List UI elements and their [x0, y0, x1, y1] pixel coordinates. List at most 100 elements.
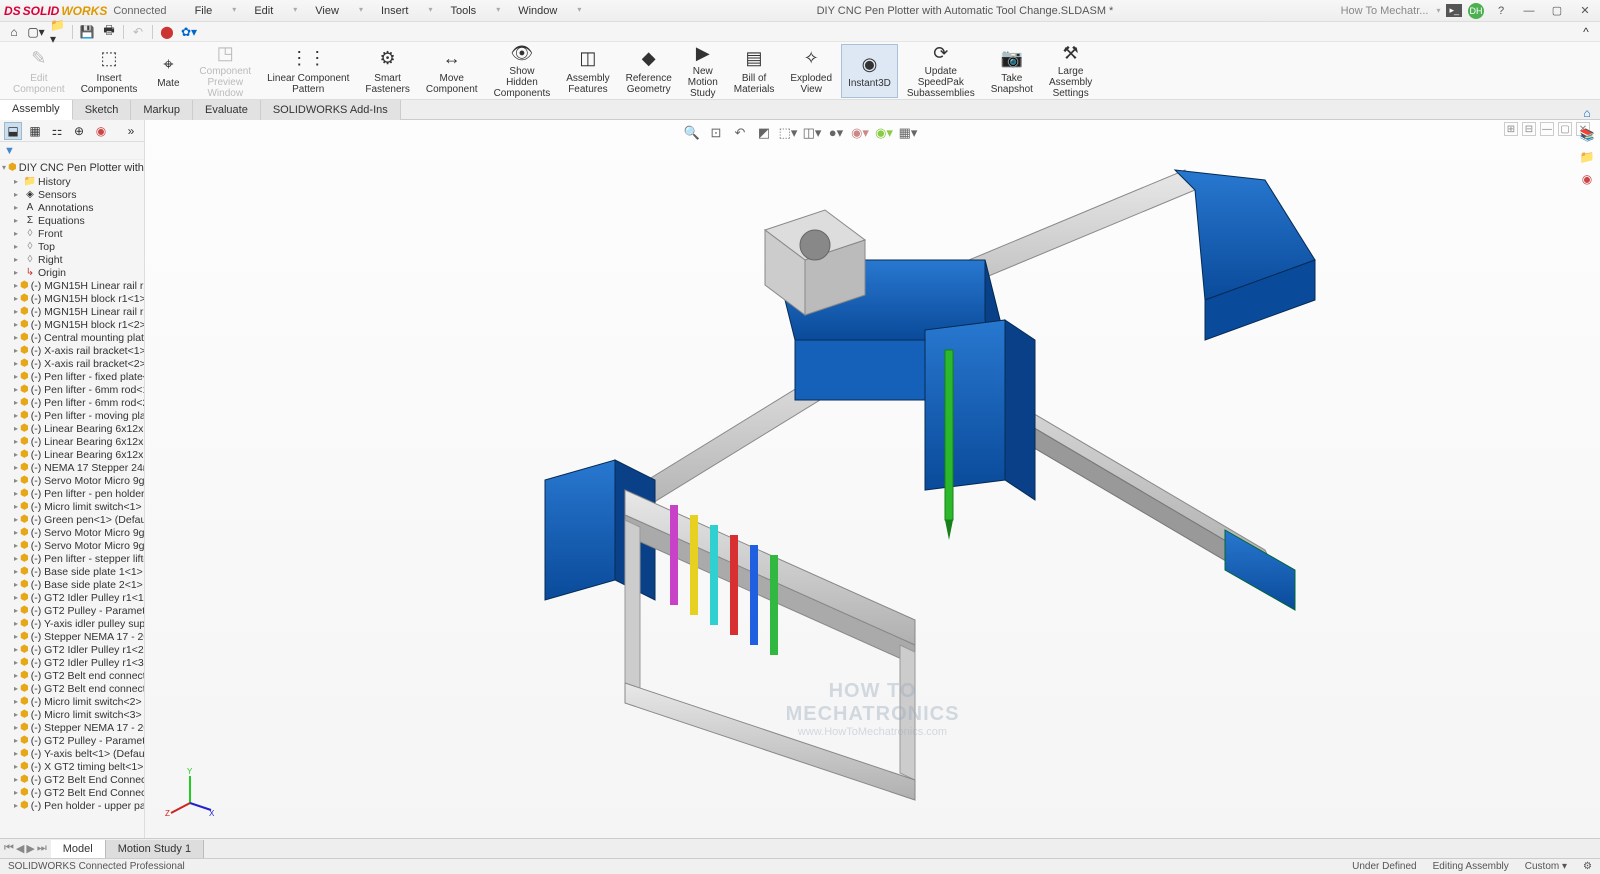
view-settings-icon[interactable]: ▦▾ — [899, 124, 917, 142]
ribbon-new-motion-study[interactable]: ▶New Motion Study — [681, 44, 725, 98]
tree-part-item[interactable]: ▸⬢(-) GT2 Belt end connector<2> (De — [0, 682, 144, 695]
tree-part-item[interactable]: ▸⬢(-) Stepper NEMA 17 - 20mm shaf — [0, 630, 144, 643]
display-style-icon[interactable]: ◫▾ — [803, 124, 821, 142]
resize-icon[interactable]: » — [122, 122, 140, 140]
tree-part-item[interactable]: ▸⬢(-) Servo Motor Micro 9g-r4<1> (D — [0, 474, 144, 487]
tree-item[interactable]: ▸◊Right — [0, 253, 144, 266]
zoom-area-icon[interactable]: ⊡ — [707, 124, 725, 142]
tab-solidworks-add-ins[interactable]: SOLIDWORKS Add-Ins — [261, 100, 401, 120]
tree-item[interactable]: ▸📁History — [0, 175, 144, 188]
filter-row[interactable]: ▼ — [0, 142, 144, 160]
tree-part-item[interactable]: ▸⬢(-) Pen lifter - pen holder<1> (Defa — [0, 487, 144, 500]
tree-part-item[interactable]: ▸⬢(-) Micro limit switch<1> (Micro li — [0, 500, 144, 513]
doc-view2-icon[interactable]: ⊟ — [1522, 122, 1536, 136]
tree-part-item[interactable]: ▸⬢(-) Y-axis idler pulley support<1> ( — [0, 617, 144, 630]
open-icon[interactable]: 📁▾ — [50, 24, 66, 40]
ribbon-mate[interactable]: ⌖Mate — [146, 44, 190, 98]
tree-part-item[interactable]: ▸⬢(-) GT2 Belt End Connector v2<2> — [0, 786, 144, 799]
tree-part-item[interactable]: ▸⬢(-) MGN15H block r1<2> (Default) — [0, 318, 144, 331]
tree-part-item[interactable]: ▸⬢(-) Servo Motor Micro 9g horn - p — [0, 539, 144, 552]
tree-item[interactable]: ▸◈Sensors — [0, 188, 144, 201]
ribbon-smart-fasteners[interactable]: ⚙Smart Fasteners — [358, 44, 416, 98]
tree-part-item[interactable]: ▸⬢(-) GT2 Pulley - Parametric r1<2> ( — [0, 734, 144, 747]
scene-icon[interactable]: ◉▾ — [851, 124, 869, 142]
view-triad[interactable]: Y Z X — [165, 768, 215, 818]
doc-view1-icon[interactable]: ⊞ — [1504, 122, 1518, 136]
close-icon[interactable]: ✕ — [1574, 2, 1596, 20]
tree-part-item[interactable]: ▸⬢(-) MGN15H Linear rail r2<1> (Def — [0, 279, 144, 292]
dimexpert-icon[interactable]: ⊕ — [70, 122, 88, 140]
tree-part-item[interactable]: ▸⬢(-) GT2 Idler Pulley r1<3> (Default) — [0, 656, 144, 669]
tab-evaluate[interactable]: Evaluate — [193, 100, 261, 120]
tree-part-item[interactable]: ▸⬢(-) MGN15H Linear rail r2<2> (Def — [0, 305, 144, 318]
undo-icon[interactable]: ↶ — [130, 24, 146, 40]
menu-edit[interactable]: Edit — [246, 3, 281, 19]
tree-part-item[interactable]: ▸⬢(-) Pen holder - upper part<1> (De — [0, 799, 144, 812]
tree-part-item[interactable]: ▸⬢(-) GT2 Pulley - Parametric r1<1> ( — [0, 604, 144, 617]
bottom-tab-model[interactable]: Model — [51, 840, 106, 858]
property-manager-icon[interactable]: ▦ — [26, 122, 44, 140]
hide-show-icon[interactable]: ●▾ — [827, 124, 845, 142]
tree-item[interactable]: ▸AAnnotations — [0, 201, 144, 214]
tree-item[interactable]: ▸◊Front — [0, 227, 144, 240]
tree-part-item[interactable]: ▸⬢(-) Pen lifter - stepper lifter v2<1> — [0, 552, 144, 565]
tree-part-item[interactable]: ▸⬢(-) MGN15H block r1<1> (Default) — [0, 292, 144, 305]
menu-view[interactable]: View — [307, 3, 347, 19]
tree-part-item[interactable]: ▸⬢(-) Micro limit switch<2> (Micro li — [0, 695, 144, 708]
design-library-icon[interactable]: 📚 — [1578, 126, 1596, 144]
tree-part-item[interactable]: ▸⬢(-) Pen lifter - moving plate - Z - a — [0, 409, 144, 422]
help-icon[interactable]: ? — [1490, 2, 1512, 20]
ribbon-exploded-view[interactable]: ✧Exploded View — [783, 44, 839, 98]
ribbon-bill-of-materials[interactable]: ▤Bill of Materials — [727, 44, 782, 98]
tab-next-icon[interactable]: ▶ — [26, 842, 34, 855]
appearances-icon[interactable]: ◉ — [1578, 170, 1596, 188]
filter-icon[interactable]: ▼ — [4, 145, 15, 157]
file-explorer-icon[interactable]: 📁 — [1578, 148, 1596, 166]
display-icon[interactable]: ◉ — [92, 122, 110, 140]
bottom-tab-motion-study-1[interactable]: Motion Study 1 — [106, 840, 204, 858]
user-badge[interactable]: DH — [1468, 3, 1484, 19]
menu-tools[interactable]: Tools — [443, 3, 485, 19]
tab-prev-icon[interactable]: ◀ — [16, 842, 24, 855]
configuration-icon[interactable]: ⚏ — [48, 122, 66, 140]
tree-part-item[interactable]: ▸⬢(-) Central mounting plate<1> (De — [0, 331, 144, 344]
tab-sketch[interactable]: Sketch — [73, 100, 132, 120]
tree-part-item[interactable]: ▸⬢(-) NEMA 17 Stepper 24mm - 20m — [0, 461, 144, 474]
home-icon[interactable]: ⌂ — [6, 24, 22, 40]
rebuild-icon[interactable]: ⬤ — [159, 24, 175, 40]
tree-part-item[interactable]: ▸⬢(-) Y-axis belt<1> (Default) < — [0, 747, 144, 760]
ribbon-linear-component-pattern[interactable]: ⋮⋮Linear Component Pattern — [260, 44, 356, 98]
doc-minimize-icon[interactable]: — — [1540, 122, 1554, 136]
options-icon[interactable]: ✿▾ — [181, 24, 197, 40]
minimize-icon[interactable]: — — [1518, 2, 1540, 20]
tree-part-item[interactable]: ▸⬢(-) X-axis rail bracket<1> (Defaul — [0, 344, 144, 357]
status-extra-icon[interactable]: ⚙ — [1583, 861, 1592, 872]
ribbon-insert-components[interactable]: ⬚Insert Components — [74, 44, 145, 98]
tree-part-item[interactable]: ▸⬢(-) Green pen<1> (Default) < — [0, 513, 144, 526]
feature-tree-icon[interactable]: ⬓ — [4, 122, 22, 140]
new-icon[interactable]: ▢▾ — [28, 24, 44, 40]
ribbon-instant3d[interactable]: ◉Instant3D — [841, 44, 898, 98]
tree-part-item[interactable]: ▸⬢(-) Micro limit switch<3> (Micro li — [0, 708, 144, 721]
ribbon-update-speedpak-subassemblies[interactable]: ⟳Update SpeedPak Subassemblies — [900, 44, 982, 98]
maximize-icon[interactable]: ▢ — [1546, 2, 1568, 20]
status-units[interactable]: Custom ▾ — [1525, 861, 1567, 872]
search-hint[interactable]: How To Mechatr... — [1341, 5, 1429, 17]
tab-assembly[interactable]: Assembly — [0, 100, 73, 120]
tab-markup[interactable]: Markup — [131, 100, 193, 120]
ribbon-assembly-features[interactable]: ◫Assembly Features — [559, 44, 616, 98]
ribbon-show-hidden-components[interactable]: 👁Show Hidden Components — [487, 44, 558, 98]
tree-part-item[interactable]: ▸⬢(-) X GT2 timing belt<1> (Default) — [0, 760, 144, 773]
print-icon[interactable]: 🖶 — [101, 24, 117, 40]
tree-item[interactable]: ▸ΣEquations — [0, 214, 144, 227]
view-orientation-icon[interactable]: ⬚▾ — [779, 124, 797, 142]
tree-root[interactable]: ▾ ⬢ DIY CNC Pen Plotter with Automatic T… — [0, 160, 144, 175]
appearance-icon[interactable]: ◉▾ — [875, 124, 893, 142]
menu-file[interactable]: File — [187, 3, 221, 19]
tab-last-icon[interactable]: ⏭ — [37, 842, 47, 855]
tree-part-item[interactable]: ▸⬢(-) GT2 Idler Pulley r1<1> (Default) — [0, 591, 144, 604]
save-icon[interactable]: 💾 — [79, 24, 95, 40]
section-icon[interactable]: ◩ — [755, 124, 773, 142]
tree-part-item[interactable]: ▸⬢(-) GT2 Belt end connector<1> (De — [0, 669, 144, 682]
tree-part-item[interactable]: ▸⬢(-) Pen lifter - 6mm rod<1> (Defau — [0, 383, 144, 396]
